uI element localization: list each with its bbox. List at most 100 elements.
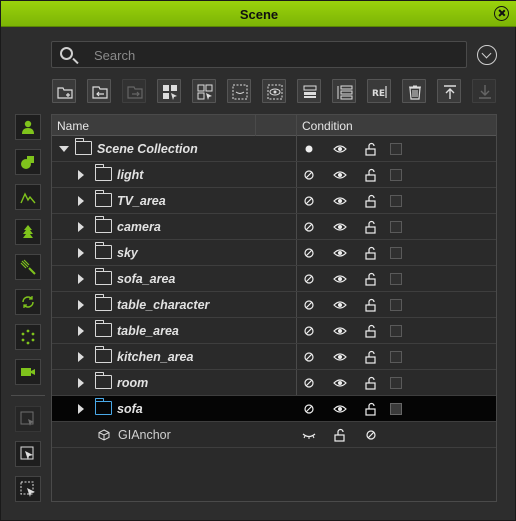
- row-checkbox[interactable]: [390, 351, 402, 363]
- row-checkbox[interactable]: [390, 143, 402, 155]
- no-symbol-icon[interactable]: [302, 194, 316, 208]
- camera-filter-button[interactable]: [15, 359, 41, 385]
- tree-row[interactable]: sofa: [52, 396, 496, 422]
- no-symbol-icon[interactable]: [302, 402, 316, 416]
- rename-button[interactable]: RE: [367, 79, 391, 103]
- unlock-icon[interactable]: [364, 194, 378, 208]
- move-to-folder-button[interactable]: [87, 79, 111, 103]
- select-all-button[interactable]: [157, 79, 181, 103]
- row-checkbox[interactable]: [390, 247, 402, 259]
- tree-row[interactable]: room: [52, 370, 496, 396]
- expand-triangle-icon[interactable]: [78, 326, 84, 336]
- unlock-icon[interactable]: [364, 350, 378, 364]
- new-folder-button[interactable]: [52, 79, 76, 103]
- prop-filter-button[interactable]: [15, 149, 41, 175]
- expand-triangle-icon[interactable]: [78, 222, 84, 232]
- unlock-icon[interactable]: [364, 376, 378, 390]
- light-filter-button[interactable]: [15, 254, 41, 280]
- no-symbol-icon[interactable]: [364, 428, 378, 442]
- unlock-icon[interactable]: [364, 142, 378, 156]
- eye-icon[interactable]: [333, 220, 347, 234]
- tree-row[interactable]: table_area: [52, 318, 496, 344]
- unlock-icon[interactable]: [333, 428, 347, 442]
- avatar-filter-button[interactable]: [15, 114, 41, 140]
- tree-row[interactable]: table_character: [52, 292, 496, 318]
- expand-triangle-icon[interactable]: [78, 300, 84, 310]
- row-checkbox[interactable]: [390, 169, 402, 181]
- deselect-button[interactable]: [192, 79, 216, 103]
- eye-icon[interactable]: [333, 272, 347, 286]
- expand-triangle-icon[interactable]: [78, 170, 84, 180]
- collapse-triangle-icon[interactable]: [59, 146, 69, 152]
- tree-filter-button[interactable]: [15, 219, 41, 245]
- particle-filter-button[interactable]: [15, 324, 41, 350]
- tree-row-root[interactable]: Scene Collection: [52, 136, 496, 162]
- tree-row-anchor[interactable]: GIAnchor: [52, 422, 496, 448]
- no-symbol-icon[interactable]: [302, 246, 316, 260]
- eye-icon[interactable]: [333, 194, 347, 208]
- move-bottom-button[interactable]: [472, 79, 496, 103]
- no-symbol-icon[interactable]: [302, 220, 316, 234]
- expand-triangle-icon[interactable]: [78, 248, 84, 258]
- search-input[interactable]: [94, 46, 454, 64]
- row-checkbox[interactable]: [390, 325, 402, 337]
- search-options-chevron-icon[interactable]: [477, 45, 497, 65]
- no-symbol-icon[interactable]: [302, 272, 316, 286]
- row-checkbox[interactable]: [390, 221, 402, 233]
- terrain-filter-button[interactable]: [15, 184, 41, 210]
- delete-button[interactable]: [402, 79, 426, 103]
- tree-row[interactable]: sky: [52, 240, 496, 266]
- eye-icon[interactable]: [333, 350, 347, 364]
- expand-triangle-icon[interactable]: [78, 378, 84, 388]
- row-checkbox[interactable]: [390, 195, 402, 207]
- unlock-icon[interactable]: [364, 168, 378, 182]
- collapse-button[interactable]: [297, 79, 321, 103]
- eye-icon[interactable]: [333, 142, 347, 156]
- eye-icon[interactable]: [333, 402, 347, 416]
- hide-button[interactable]: [227, 79, 251, 103]
- tree-row[interactable]: sofa_area: [52, 266, 496, 292]
- no-symbol-icon[interactable]: [302, 298, 316, 312]
- marquee-select-button[interactable]: [15, 476, 41, 502]
- column-header-name[interactable]: Name: [57, 119, 89, 133]
- row-checkbox[interactable]: [390, 403, 402, 415]
- unlock-icon[interactable]: [364, 324, 378, 338]
- eye-icon[interactable]: [333, 246, 347, 260]
- select-child-button[interactable]: [15, 441, 41, 467]
- select-parent-button[interactable]: [15, 406, 41, 432]
- unlock-icon[interactable]: [364, 402, 378, 416]
- title-bar[interactable]: Scene: [1, 1, 516, 27]
- show-button[interactable]: [262, 79, 286, 103]
- motion-filter-button[interactable]: [15, 289, 41, 315]
- tree-row[interactable]: camera: [52, 214, 496, 240]
- dot-icon[interactable]: [303, 142, 317, 156]
- unlock-icon[interactable]: [364, 298, 378, 312]
- row-checkbox[interactable]: [390, 273, 402, 285]
- move-top-button[interactable]: [437, 79, 461, 103]
- eye-icon[interactable]: [333, 324, 347, 338]
- unlock-icon[interactable]: [364, 246, 378, 260]
- unlock-icon[interactable]: [364, 220, 378, 234]
- no-symbol-icon[interactable]: [302, 350, 316, 364]
- expand-triangle-icon[interactable]: [78, 196, 84, 206]
- column-header-condition[interactable]: Condition: [302, 119, 353, 133]
- row-checkbox[interactable]: [390, 377, 402, 389]
- search-box[interactable]: [51, 41, 467, 68]
- expand-triangle-icon[interactable]: [78, 352, 84, 362]
- expand-button[interactable]: [332, 79, 356, 103]
- eye-icon[interactable]: [333, 298, 347, 312]
- row-checkbox[interactable]: [390, 299, 402, 311]
- hidden-eye-icon[interactable]: [302, 428, 316, 442]
- tree-row[interactable]: kitchen_area: [52, 344, 496, 370]
- no-symbol-icon[interactable]: [302, 168, 316, 182]
- expand-triangle-icon[interactable]: [78, 404, 84, 414]
- eye-icon[interactable]: [333, 376, 347, 390]
- expand-triangle-icon[interactable]: [78, 274, 84, 284]
- unlock-icon[interactable]: [364, 272, 378, 286]
- tree-row[interactable]: TV_area: [52, 188, 496, 214]
- eye-icon[interactable]: [333, 168, 347, 182]
- tree-row[interactable]: light: [52, 162, 496, 188]
- close-icon[interactable]: [494, 6, 509, 21]
- no-symbol-icon[interactable]: [302, 324, 316, 338]
- move-out-folder-button[interactable]: [122, 79, 146, 103]
